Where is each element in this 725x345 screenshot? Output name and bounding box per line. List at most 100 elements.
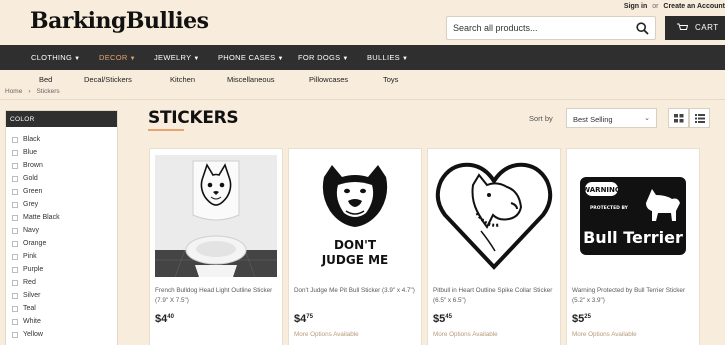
grid-view-button[interactable] <box>668 108 689 128</box>
price-cents: 25 <box>584 314 591 320</box>
title-underline <box>148 129 184 131</box>
price-main: $5 <box>433 313 446 325</box>
nav-for-dogs[interactable]: FOR DOGS ▼ <box>298 53 349 62</box>
product-card[interactable]: French Bulldog Head Light Outline Sticke… <box>149 148 283 345</box>
color-filter-item[interactable]: Gold <box>12 172 60 185</box>
product-name[interactable]: French Bulldog Head Light Outline Sticke… <box>155 286 280 305</box>
subnav-toys[interactable]: Toys <box>383 75 398 84</box>
checkbox[interactable] <box>12 331 18 338</box>
logo-text: BarkingBullies <box>30 8 209 34</box>
checkbox[interactable] <box>12 253 18 260</box>
color-filter-item[interactable]: Purple <box>12 263 60 276</box>
sort-select[interactable]: Best Selling ⌄ <box>566 108 657 128</box>
product-name[interactable]: Don't Judge Me Pit Bull Sticker (3.9" x … <box>294 286 419 296</box>
checkbox[interactable] <box>12 227 18 234</box>
sort-value: Best Selling <box>573 115 613 124</box>
color-filter-item[interactable]: Matte Black <box>12 211 60 224</box>
color-label: White <box>23 318 41 325</box>
color-label: Grey <box>23 201 39 208</box>
color-filter-item[interactable]: Red <box>12 276 60 289</box>
checkbox[interactable] <box>12 201 18 208</box>
create-account-link[interactable]: Create an Account <box>663 3 725 10</box>
subnav-miscellaneous[interactable]: Miscellaneous <box>227 75 275 84</box>
color-filter-item[interactable]: Black <box>12 133 60 146</box>
search-input[interactable] <box>453 20 628 36</box>
grid-icon <box>674 114 684 123</box>
checkbox[interactable] <box>12 175 18 182</box>
nav-clothing[interactable]: CLOTHING ▼ <box>31 53 80 62</box>
color-filter-item[interactable]: Pink <box>12 250 60 263</box>
more-options-link[interactable]: More Options Available <box>294 331 359 338</box>
more-options-link[interactable]: More Options Available <box>572 331 637 338</box>
product-image[interactable]: WARNING PROTECTED BY Bull Terrier <box>572 155 694 277</box>
color-filter-item[interactable]: Grey <box>12 198 60 211</box>
nav-decor[interactable]: DECOR ▼ <box>99 53 136 62</box>
checkbox[interactable] <box>12 292 18 299</box>
chevron-down-icon: ▼ <box>401 56 409 62</box>
subnav-bed[interactable]: Bed <box>39 75 52 84</box>
list-view-button[interactable] <box>689 108 710 128</box>
color-label: Teal <box>23 305 36 312</box>
color-filter-item[interactable]: Blue <box>12 146 60 159</box>
price-cents: 45 <box>445 314 452 320</box>
checkbox[interactable] <box>12 136 18 143</box>
subnav-decal-stickers[interactable]: Decal/Stickers <box>84 75 132 84</box>
color-filter-item[interactable]: Green <box>12 185 60 198</box>
color-filter-item[interactable]: Navy <box>12 224 60 237</box>
color-label: Black <box>23 136 41 143</box>
checkbox[interactable] <box>12 240 18 247</box>
checkbox[interactable] <box>12 305 18 312</box>
color-label: Yellow <box>23 331 43 338</box>
color-label: Green <box>23 188 43 195</box>
subnav-kitchen[interactable]: Kitchen <box>170 75 195 84</box>
site-logo[interactable]: BarkingBullies <box>30 8 209 34</box>
color-filter-item[interactable]: Yellow <box>12 328 60 341</box>
product-image[interactable] <box>155 155 277 277</box>
filter-heading[interactable]: COLOR <box>6 111 117 127</box>
cart-button[interactable]: CART <box>665 16 725 40</box>
checkbox[interactable] <box>12 266 18 273</box>
image-text: PROTECTED BY <box>590 205 629 211</box>
nav-phone-cases[interactable]: PHONE CASES ▼ <box>218 53 284 62</box>
chevron-down-icon: ▼ <box>193 56 200 62</box>
breadcrumb-home[interactable]: Home <box>5 88 22 95</box>
color-filter-item[interactable]: White <box>12 315 60 328</box>
chevron-down-icon: ▼ <box>342 56 349 62</box>
color-label: Blue <box>23 149 38 156</box>
color-label: Navy <box>23 227 39 234</box>
checkbox[interactable] <box>12 214 18 221</box>
nav-bullies[interactable]: BULLIES ▼ <box>367 53 408 62</box>
product-image[interactable]: DON'T JUDGE ME <box>294 155 416 277</box>
nav-label: PHONE CASES <box>218 53 276 62</box>
checkbox[interactable] <box>12 162 18 169</box>
checkbox[interactable] <box>12 318 18 325</box>
breadcrumb-separator: › <box>28 88 31 95</box>
list-icon <box>695 114 705 123</box>
account-links: Sign in or Create an Account <box>624 3 725 10</box>
search-icon[interactable] <box>636 22 649 35</box>
more-options-link[interactable]: More Options Available <box>433 331 498 338</box>
product-image[interactable] <box>433 155 555 277</box>
nav-label: BULLIES <box>367 53 400 62</box>
subnav-pillowcases[interactable]: Pillowcases <box>309 75 348 84</box>
color-label: Red <box>23 279 36 286</box>
checkbox[interactable] <box>12 279 18 286</box>
product-card[interactable]: Pitbull in Heart Outline Spike Collar St… <box>427 148 561 345</box>
checkbox[interactable] <box>12 188 18 195</box>
color-filter-item[interactable]: Silver <box>12 289 60 302</box>
sort-label: Sort by <box>529 114 553 123</box>
nav-jewelry[interactable]: JEWELRY ▼ <box>154 53 200 62</box>
color-filter-item[interactable]: Brown <box>12 159 60 172</box>
price-main: $4 <box>155 313 168 325</box>
product-name[interactable]: Pitbull in Heart Outline Spike Collar St… <box>433 286 558 305</box>
sign-in-link[interactable]: Sign in <box>624 3 647 10</box>
checkbox[interactable] <box>12 149 18 156</box>
product-name[interactable]: Warning Protected by Bull Terrier Sticke… <box>572 286 697 305</box>
color-filter-item[interactable]: Teal <box>12 302 60 315</box>
cart-label: CART <box>695 23 719 32</box>
product-card[interactable]: DON'T JUDGE ME Don't Judge Me Pit Bull S… <box>288 148 422 345</box>
color-label: Orange <box>23 240 47 247</box>
or-text: or <box>652 3 659 10</box>
product-card[interactable]: WARNING PROTECTED BY Bull Terrier Warnin… <box>566 148 700 345</box>
color-filter-item[interactable]: Orange <box>12 237 60 250</box>
